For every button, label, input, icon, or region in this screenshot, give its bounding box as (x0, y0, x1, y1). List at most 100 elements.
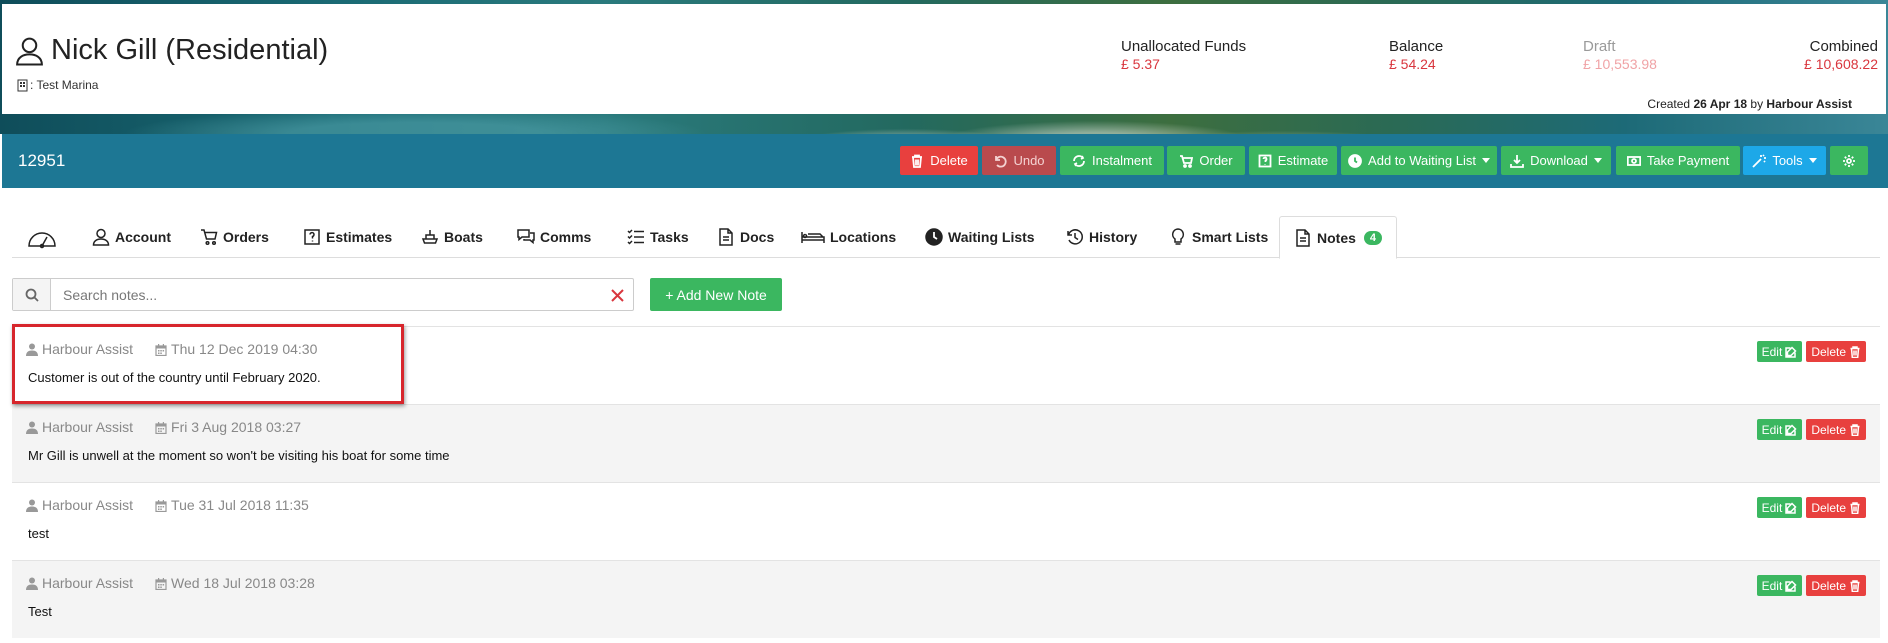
clock-icon (925, 228, 943, 246)
document-icon (1296, 228, 1310, 247)
edit-icon (1785, 579, 1797, 592)
tab-dashboard[interactable] (26, 216, 58, 258)
delete-button[interactable]: Delete (900, 146, 978, 175)
add-new-note-button[interactable]: + Add New Note (650, 278, 782, 311)
tab-estimates[interactable]: Estimates (303, 216, 392, 258)
tab-comms-label: Comms (540, 229, 592, 245)
delete-note-button[interactable]: Delete (1806, 419, 1866, 440)
tools-button[interactable]: Tools (1743, 146, 1826, 175)
edit-note-button[interactable]: Edit (1756, 419, 1803, 440)
clear-search-button[interactable] (607, 285, 627, 305)
instalment-button[interactable]: Instalment (1060, 146, 1164, 175)
delete-note-button[interactable]: Delete (1806, 497, 1866, 518)
calendar-icon (155, 577, 167, 590)
lightbulb-icon (1171, 228, 1185, 245)
notes-count-badge: 4 (1363, 230, 1383, 245)
note-date: Wed 18 Jul 2018 03:28 (155, 575, 315, 591)
download-icon (1510, 154, 1524, 168)
settings-button[interactable] (1830, 146, 1868, 175)
note-row: Harbour Assist Tue 31 Jul 2018 11:35 tes… (12, 482, 1880, 560)
draft-value: £ 10,553.98 (1583, 56, 1657, 72)
tab-waiting-lists[interactable]: Waiting Lists (925, 216, 1035, 258)
edit-label: Edit (1761, 578, 1783, 593)
note-author-name: Harbour Assist (42, 497, 134, 513)
tab-boats[interactable]: Boats (421, 216, 483, 258)
note-row: Harbour Assist Wed 18 Jul 2018 03:28 Tes… (12, 560, 1880, 638)
clock-icon (1348, 153, 1362, 168)
estimate-label: Estimate (1277, 153, 1329, 168)
waiting-list-label: Add to Waiting List (1368, 153, 1476, 168)
tab-notes[interactable]: Notes 4 (1279, 216, 1398, 259)
caret-down-icon (1481, 158, 1490, 163)
tab-account-label: Account (115, 229, 171, 245)
edit-label: Edit (1761, 344, 1783, 359)
edit-note-button[interactable]: Edit (1756, 341, 1803, 362)
created-author: Harbour Assist (1766, 97, 1852, 111)
magic-wand-icon (1752, 153, 1767, 168)
edit-note-button[interactable]: Edit (1756, 497, 1803, 518)
note-date-text: Thu 12 Dec 2019 04:30 (171, 341, 318, 357)
note-date-text: Fri 3 Aug 2018 03:27 (171, 419, 302, 435)
cart-icon (1180, 154, 1194, 168)
trash-icon (1850, 501, 1860, 514)
tab-smart-lists[interactable]: Smart Lists (1169, 216, 1268, 258)
note-actions: Edit Delete (1756, 341, 1866, 362)
caret-down-icon (1808, 158, 1817, 163)
customer-name: Nick Gill (Residential) (51, 34, 329, 66)
tab-notes-label: Notes (1317, 229, 1356, 246)
tab-docs[interactable]: Docs (717, 216, 774, 258)
tab-history[interactable]: History (1066, 216, 1137, 258)
edit-icon (1785, 345, 1797, 358)
note-meta: Harbour Assist Wed 18 Jul 2018 03:28 (26, 575, 315, 591)
cart-icon (201, 229, 218, 246)
estimate-button[interactable]: Estimate (1249, 146, 1337, 175)
note-row: Harbour Assist Fri 3 Aug 2018 03:27 Mr G… (12, 404, 1880, 482)
balance-label: Balance (1389, 38, 1444, 55)
search-icon (25, 288, 39, 302)
combined-label: Combined (1809, 38, 1878, 55)
note-text: Test (28, 604, 52, 619)
tab-tasks[interactable]: Tasks (627, 216, 689, 258)
undo-button[interactable]: Undo (982, 146, 1056, 175)
delete-label: Delete (1811, 422, 1846, 437)
note-date: Fri 3 Aug 2018 03:27 (155, 419, 301, 435)
record-id: 12951 (18, 151, 66, 170)
trash-icon (1850, 423, 1860, 436)
note-actions: Edit Delete (1756, 575, 1866, 596)
take-payment-label: Take Payment (1646, 153, 1730, 168)
edit-note-button[interactable]: Edit (1756, 575, 1803, 596)
delete-note-button[interactable]: Delete (1806, 341, 1866, 362)
unallocated-funds: Unallocated Funds £ 5.37 (1121, 38, 1246, 72)
tab-comms[interactable]: Comms (517, 216, 591, 258)
balance-value: £ 54.24 (1389, 56, 1436, 72)
tab-boats-label: Boats (444, 229, 483, 245)
estimate-icon (1258, 154, 1272, 167)
tab-account[interactable]: Account (92, 216, 171, 258)
user-icon (26, 343, 38, 356)
tab-locations[interactable]: Locations (801, 216, 896, 258)
download-button[interactable]: Download (1501, 146, 1611, 175)
take-payment-button[interactable]: Take Payment (1616, 146, 1740, 175)
search-notes-input[interactable] (63, 285, 583, 305)
edit-icon (1785, 423, 1797, 436)
note-date-text: Tue 31 Jul 2018 11:35 (171, 497, 309, 513)
bed-icon (801, 232, 825, 243)
user-icon (92, 228, 110, 246)
order-button[interactable]: Order (1167, 146, 1245, 175)
delete-note-button[interactable]: Delete (1806, 575, 1866, 596)
marina-label: : Test Marina (17, 78, 98, 92)
note-actions: Edit Delete (1756, 419, 1866, 440)
user-icon (26, 577, 38, 590)
customer-card: Nick Gill (Residential) : Test Marina Un… (2, 4, 1886, 114)
created-date: 26 Apr 18 (1693, 97, 1748, 111)
tab-smart-lists-label: Smart Lists (1192, 229, 1269, 245)
note-author-name: Harbour Assist (42, 419, 134, 435)
search-icon-container (13, 279, 51, 310)
note-meta: Harbour Assist Fri 3 Aug 2018 03:27 (26, 419, 301, 435)
add-to-waiting-list-button[interactable]: Add to Waiting List (1341, 146, 1497, 175)
refresh-icon (1073, 154, 1085, 167)
tab-locations-label: Locations (830, 229, 897, 245)
tab-orders[interactable]: Orders (200, 216, 269, 258)
note-text: Mr Gill is unwell at the moment so won't… (28, 448, 450, 463)
document-icon (719, 228, 733, 246)
